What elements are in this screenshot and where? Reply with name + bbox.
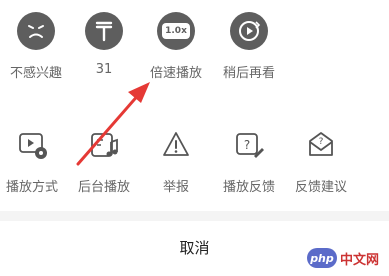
php-logo: php: [306, 248, 337, 268]
watermark-text: 中文网: [339, 252, 379, 268]
annotation-arrow: [76, 82, 150, 166]
site-watermark: php 中文网: [303, 244, 383, 272]
